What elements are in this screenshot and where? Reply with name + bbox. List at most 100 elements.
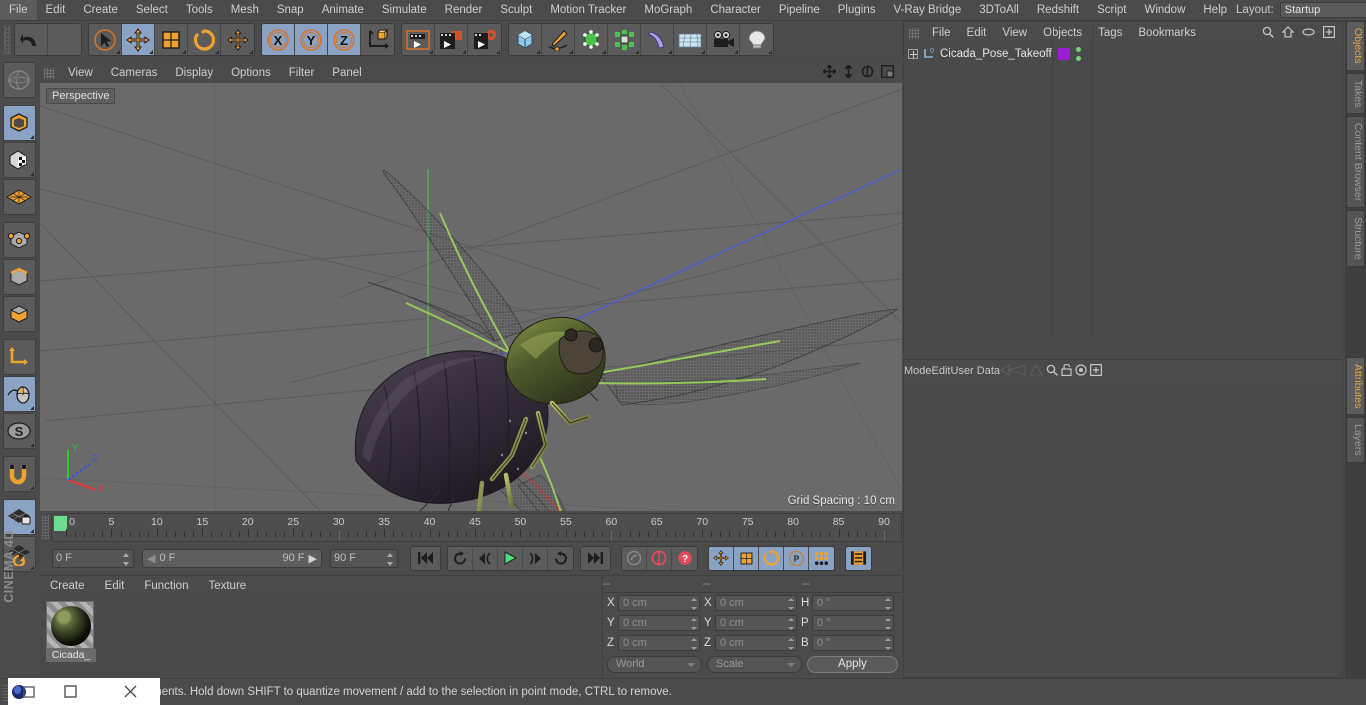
material-item[interactable]: Cicada_ (46, 601, 96, 662)
position-key-button[interactable] (709, 546, 734, 570)
target-icon[interactable] (1075, 363, 1090, 379)
stepper-icon[interactable] (691, 638, 697, 650)
attributes-body[interactable] (904, 382, 1342, 677)
menu-item-v-ray-bridge[interactable]: V-Ray Bridge (884, 0, 970, 20)
render-picture-viewer-icon[interactable] (435, 24, 468, 55)
previous-key-button[interactable] (448, 546, 473, 570)
parameter-key-button[interactable] (809, 546, 834, 570)
generator-nurbs-icon[interactable] (575, 24, 608, 55)
attributes-menu-mode[interactable]: Mode (904, 365, 932, 377)
object-menu-tags[interactable]: Tags (1090, 27, 1130, 39)
play-button[interactable] (498, 546, 523, 570)
new-view-icon[interactable] (1090, 363, 1103, 379)
point-mode-icon[interactable] (2, 222, 36, 258)
coord-field-size-0[interactable]: 0 cm (715, 595, 797, 611)
make-editable-icon[interactable] (2, 62, 36, 98)
polygon-mode-icon[interactable] (2, 296, 36, 332)
menu-item-motion-tracker[interactable]: Motion Tracker (541, 0, 635, 20)
light-icon[interactable] (740, 24, 773, 55)
pla-key-button[interactable]: P (784, 546, 809, 570)
range-right-arrow-icon[interactable]: ▶ (309, 552, 317, 565)
undo-icon[interactable] (15, 24, 48, 55)
material-menu-edit[interactable]: Edit (95, 580, 135, 592)
search-icon[interactable] (1262, 26, 1274, 41)
coord-field-size-1[interactable]: 0 cm (715, 615, 797, 631)
menu-item-window[interactable]: Window (1135, 0, 1194, 20)
coord-field-position-1[interactable]: 0 cm (618, 615, 700, 631)
menu-item-plugins[interactable]: Plugins (829, 0, 885, 20)
lock-icon[interactable] (1061, 363, 1075, 379)
object-menu-view[interactable]: View (994, 27, 1035, 39)
camera-icon[interactable] (707, 24, 740, 55)
menu-item-3dtoall[interactable]: 3DToAll (970, 0, 1028, 20)
texture-mode-icon[interactable] (2, 142, 36, 178)
eye-icon[interactable] (1302, 27, 1315, 40)
menu-item-character[interactable]: Character (701, 0, 770, 20)
pan-view-icon[interactable] (821, 63, 838, 81)
dolly-view-icon[interactable] (843, 63, 854, 81)
menu-item-file[interactable]: File (0, 0, 37, 20)
menu-item-redshift[interactable]: Redshift (1028, 0, 1088, 20)
app-window-icon[interactable] (8, 684, 40, 700)
keyframe-selection-button[interactable]: ? (672, 546, 697, 570)
scene-floor-icon[interactable] (674, 24, 707, 55)
viewport-menu-panel[interactable]: Panel (323, 64, 370, 83)
viewport-menu-display[interactable]: Display (166, 64, 222, 83)
spline-pen-icon[interactable] (542, 24, 575, 55)
range-left-arrow-icon[interactable]: ◀ (147, 552, 155, 565)
maximize-view-icon[interactable] (881, 65, 894, 81)
go-to-end-button[interactable] (581, 546, 610, 570)
coord-field-rotation-1[interactable]: 0 ° (812, 615, 894, 631)
menu-item-edit[interactable]: Edit (37, 0, 75, 20)
menu-item-tools[interactable]: Tools (177, 0, 222, 20)
autokeying-button[interactable] (647, 546, 672, 570)
axis-modify-icon[interactable] (2, 339, 36, 375)
attributes-menu-edit[interactable]: Edit (932, 365, 951, 377)
viewport-menu-view[interactable]: View (59, 64, 102, 83)
timeline-grip[interactable] (42, 515, 49, 539)
stepper-icon[interactable] (885, 598, 891, 610)
toolbar-grip[interactable] (4, 25, 11, 54)
world-object-axis-icon[interactable] (361, 24, 394, 55)
scale-tool-icon[interactable] (155, 24, 188, 55)
edge-mode-icon[interactable] (2, 259, 36, 295)
material-list[interactable]: Cicada_ (40, 595, 600, 679)
workplane-mode-icon[interactable] (2, 179, 36, 215)
viewport-menu-cameras[interactable]: Cameras (102, 64, 167, 83)
redo-icon[interactable] (48, 24, 81, 55)
select-live-icon[interactable] (89, 24, 122, 55)
home-icon[interactable] (1281, 25, 1295, 41)
stepper-icon[interactable] (123, 552, 130, 566)
render-settings-icon[interactable] (468, 24, 501, 55)
timeline-ruler[interactable]: 0 5 10 15 20 25 30 35 40 45 50 55 60 65 70 75 80 85 90 (51, 513, 902, 542)
vertical-tab-objects[interactable]: Objects (1346, 21, 1365, 71)
menu-item-mograph[interactable]: MoGraph (635, 0, 701, 20)
material-tag-icon[interactable] (1058, 48, 1070, 60)
end-frame-field[interactable]: 90 F (330, 548, 398, 568)
soft-selection-icon[interactable]: S (2, 413, 36, 449)
viewport-grip[interactable] (44, 67, 54, 79)
stepper-icon[interactable] (788, 618, 794, 630)
z-axis-icon[interactable]: Z (328, 24, 361, 55)
array-mograph-icon[interactable] (608, 24, 641, 55)
step-back-button[interactable] (473, 546, 498, 570)
rotate-tool-icon[interactable] (188, 24, 221, 55)
stepper-icon[interactable] (788, 638, 794, 650)
back-nav-icon[interactable] (999, 363, 1029, 379)
menu-item-render[interactable]: Render (436, 0, 492, 20)
vertical-tab-structure[interactable]: Structure (1346, 210, 1365, 267)
menu-item-help[interactable]: Help (1194, 0, 1236, 20)
menu-item-sculpt[interactable]: Sculpt (491, 0, 541, 20)
vertical-tab-attributes[interactable]: Attributes (1346, 357, 1365, 416)
object-menu-edit[interactable]: Edit (959, 27, 995, 39)
go-to-start-button[interactable] (411, 546, 440, 570)
magnet-tool-icon[interactable] (2, 456, 36, 492)
coordinate-system-dropdown[interactable]: World (607, 655, 702, 673)
coord-field-size-2[interactable]: 0 cm (715, 635, 797, 651)
stepper-icon[interactable] (885, 618, 891, 630)
search-icon[interactable] (1046, 364, 1061, 379)
coordinate-mode-dropdown[interactable]: Scale (706, 655, 802, 673)
step-forward-button[interactable] (523, 546, 548, 570)
rotate-view-icon[interactable] (861, 65, 874, 81)
stepper-icon[interactable] (691, 598, 697, 610)
